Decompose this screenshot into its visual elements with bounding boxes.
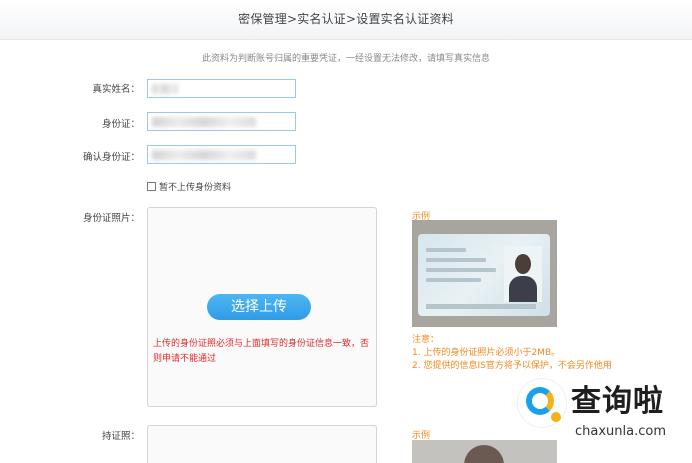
- watermark-name: 查询啦: [571, 384, 664, 419]
- id-photo-label: 身份证照片：: [82, 213, 140, 224]
- real-name-label: 真实姓名：: [92, 84, 140, 95]
- upload-warning: 上传的身份证照必须与上面填写的身份证信息一致，否则申请不能通过: [153, 339, 370, 364]
- confirm-id-label: 确认身份证：: [82, 152, 140, 163]
- choose-upload-button[interactable]: 选择上传: [207, 294, 311, 320]
- search-logo-icon: [517, 378, 567, 428]
- real-name-input[interactable]: [147, 79, 296, 98]
- watermark-domain: chaxunla.com: [575, 424, 666, 439]
- confirm-id-input[interactable]: [147, 145, 296, 164]
- id-number-label: 身份证：: [101, 119, 140, 130]
- note-1: 1. 上传的身份证照片必须小于2MB。: [412, 348, 561, 358]
- id-card: [418, 234, 550, 316]
- upload-notes: 注意： 1. 上传的身份证照片必须小于2MB。 2. 您提供的信息IS官方将予以…: [412, 334, 612, 373]
- info-notice: 此资料为判断账号归属的重要凭证，一经设置无法修改，请填写真实信息: [201, 54, 490, 64]
- id-portrait: [504, 246, 542, 302]
- holding-photo-label: 持证照：: [101, 431, 140, 442]
- note-2: 2. 您提供的信息IS官方将予以保护，不会另作他用: [412, 361, 612, 371]
- note-title: 注意：: [412, 335, 440, 345]
- id-card-sample-image: [412, 220, 557, 327]
- blurred-value: [152, 84, 178, 94]
- blurred-value: [152, 150, 256, 160]
- holding-photo-upload-area[interactable]: [147, 425, 377, 463]
- portrait-body: [509, 276, 537, 302]
- blurred-value: [152, 117, 256, 127]
- id-number-input[interactable]: [147, 112, 296, 131]
- page-header: 密保管理>实名认证>设置实名认证资料: [0, 0, 692, 40]
- portrait-head: [515, 254, 531, 274]
- id-photo-upload-area[interactable]: 选择上传 上传的身份证照必须与上面填写的身份证信息一致，否则申请不能通过: [147, 207, 377, 407]
- sample-person-head: [464, 445, 504, 463]
- id-number-strip: [426, 304, 536, 309]
- id-text-lines: [426, 248, 504, 288]
- skip-upload-checkbox[interactable]: [147, 182, 156, 191]
- site-watermark: 查询啦 chaxunla.com: [517, 374, 687, 444]
- breadcrumb: 密保管理>实名认证>设置实名认证资料: [238, 12, 454, 26]
- skip-upload-option[interactable]: 暂不上传身份资料: [147, 180, 231, 193]
- skip-upload-label: 暂不上传身份资料: [159, 183, 232, 193]
